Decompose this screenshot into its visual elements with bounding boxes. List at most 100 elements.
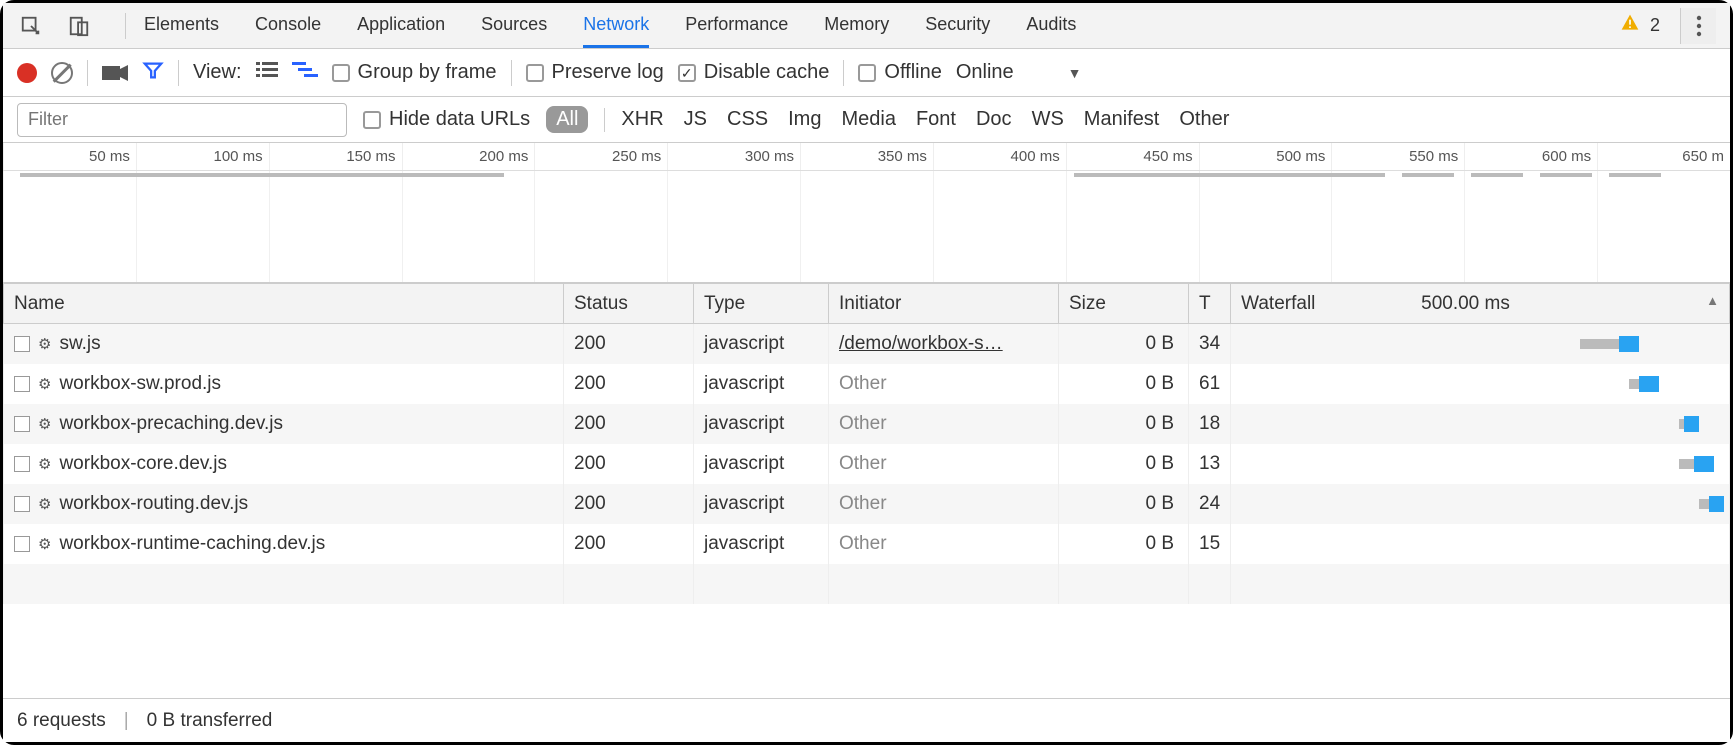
inspect-element-icon[interactable] [17,12,45,40]
table-row[interactable]: ⚙workbox-sw.prod.js200javascriptOther0 B… [4,364,1730,404]
request-initiator[interactable]: /demo/workbox-s… [829,324,1059,364]
tab-audits[interactable]: Audits [1026,4,1076,48]
disable-cache-checkbox[interactable]: Disable cache [678,61,830,84]
group-by-frame-checkbox[interactable]: Group by frame [332,61,497,84]
tab-memory[interactable]: Memory [824,4,889,48]
separator [604,108,605,132]
filter-input[interactable] [17,103,347,137]
filter-type-css[interactable]: CSS [727,108,768,131]
file-icon [14,376,30,392]
throttle-select[interactable]: Online [956,61,1014,84]
col-waterfall[interactable]: Waterfall 500.00 ms [1231,284,1730,324]
request-status: 200 [564,524,694,564]
col-type[interactable]: Type [694,284,829,324]
filter-type-manifest[interactable]: Manifest [1084,108,1160,131]
col-size[interactable]: Size [1059,284,1189,324]
table-header-row: Name Status Type Initiator Size T Waterf… [4,284,1730,324]
record-button[interactable] [17,63,37,83]
filter-type-img[interactable]: Img [788,108,821,131]
col-waterfall-label: Waterfall [1241,293,1315,314]
timeline-tick: 300 ms [667,143,800,170]
tab-security[interactable]: Security [925,4,990,48]
filter-type-all[interactable]: All [546,106,588,133]
chevron-down-icon[interactable]: ▼ [1068,65,1082,81]
timeline-tick: 50 ms [3,143,136,170]
warning-count[interactable]: 2 [1650,15,1660,36]
tab-network[interactable]: Network [583,4,649,48]
network-table: Name Status Type Initiator Size T Waterf… [3,283,1730,698]
filter-type-media[interactable]: Media [841,108,895,131]
col-status[interactable]: Status [564,284,694,324]
timeline-tick: 550 ms [1331,143,1464,170]
main-tabs: Elements Console Application Sources Network… [144,4,1620,48]
network-filterbar: Hide data URLs All XHR JS CSS Img Media Font D… [3,97,1730,143]
timeline-overview[interactable]: 50 ms100 ms150 ms200 ms250 ms300 ms350 m… [3,143,1730,283]
request-status: 200 [564,404,694,444]
request-size: 0 B [1059,404,1189,444]
tab-performance[interactable]: Performance [685,4,788,48]
screenshot-icon[interactable] [102,63,128,83]
request-type: javascript [694,324,829,364]
gear-icon: ⚙ [38,335,51,353]
request-name: workbox-runtime-caching.dev.js [59,533,325,555]
timeline-tick: 650 m [1597,143,1730,170]
filter-type-other[interactable]: Other [1179,108,1229,131]
view-list-icon[interactable] [256,61,278,85]
table-row[interactable]: ⚙workbox-runtime-caching.dev.js200javasc… [4,524,1730,564]
network-statusbar: 6 requests | 0 B transferred [3,698,1730,742]
request-status: 200 [564,484,694,524]
request-name: sw.js [59,333,100,355]
col-name[interactable]: Name [4,284,564,324]
separator [87,60,88,86]
request-name: workbox-core.dev.js [59,453,227,475]
filter-type-js[interactable]: JS [684,108,707,131]
table-row[interactable]: ⚙sw.js200javascript/demo/workbox-s…0 B34 [4,324,1730,364]
tab-application[interactable]: Application [357,4,445,48]
warning-icon[interactable] [1620,13,1640,38]
request-initiator: Other [829,524,1059,564]
timeline-tick: 450 ms [1066,143,1199,170]
request-size: 0 B [1059,444,1189,484]
request-name: workbox-sw.prod.js [59,373,221,395]
request-status: 200 [564,444,694,484]
waterfall-time-marker: 500.00 ms [1421,293,1510,315]
table-row[interactable]: ⚙workbox-core.dev.js200javascriptOther0 … [4,444,1730,484]
request-count: 6 requests [17,710,106,732]
gear-icon: ⚙ [38,535,51,553]
kebab-menu-icon[interactable] [1680,8,1716,44]
preserve-log-checkbox[interactable]: Preserve log [526,61,664,84]
offline-label: Offline [884,61,941,84]
file-icon [14,416,30,432]
preserve-log-label: Preserve log [552,61,664,84]
request-time: 15 [1189,524,1231,564]
tab-sources[interactable]: Sources [481,4,547,48]
tab-console[interactable]: Console [255,4,321,48]
request-size: 0 B [1059,524,1189,564]
col-time[interactable]: T [1189,284,1231,324]
waterfall-cell [1231,404,1730,444]
clear-icon[interactable] [51,62,73,84]
hide-data-urls-checkbox[interactable]: Hide data URLs [363,108,530,131]
timeline-tick: 400 ms [933,143,1066,170]
request-status: 200 [564,364,694,404]
col-initiator[interactable]: Initiator [829,284,1059,324]
filter-icon[interactable] [142,59,164,87]
table-row[interactable]: ⚙workbox-precaching.dev.js200javascriptO… [4,404,1730,444]
view-waterfall-icon[interactable] [292,61,318,85]
tab-elements[interactable]: Elements [144,4,219,48]
offline-checkbox[interactable]: Offline [858,61,941,84]
file-icon [14,536,30,552]
file-icon [14,336,30,352]
request-size: 0 B [1059,324,1189,364]
table-row[interactable]: ⚙workbox-routing.dev.js200javascriptOthe… [4,484,1730,524]
gear-icon: ⚙ [38,415,51,433]
request-name: workbox-routing.dev.js [59,493,248,515]
filter-type-xhr[interactable]: XHR [621,108,663,131]
timeline-tick: 250 ms [534,143,667,170]
filter-type-font[interactable]: Font [916,108,956,131]
filter-type-ws[interactable]: WS [1032,108,1064,131]
filter-type-doc[interactable]: Doc [976,108,1012,131]
device-toggle-icon[interactable] [65,12,93,40]
request-name: workbox-precaching.dev.js [59,413,283,435]
request-size: 0 B [1059,484,1189,524]
